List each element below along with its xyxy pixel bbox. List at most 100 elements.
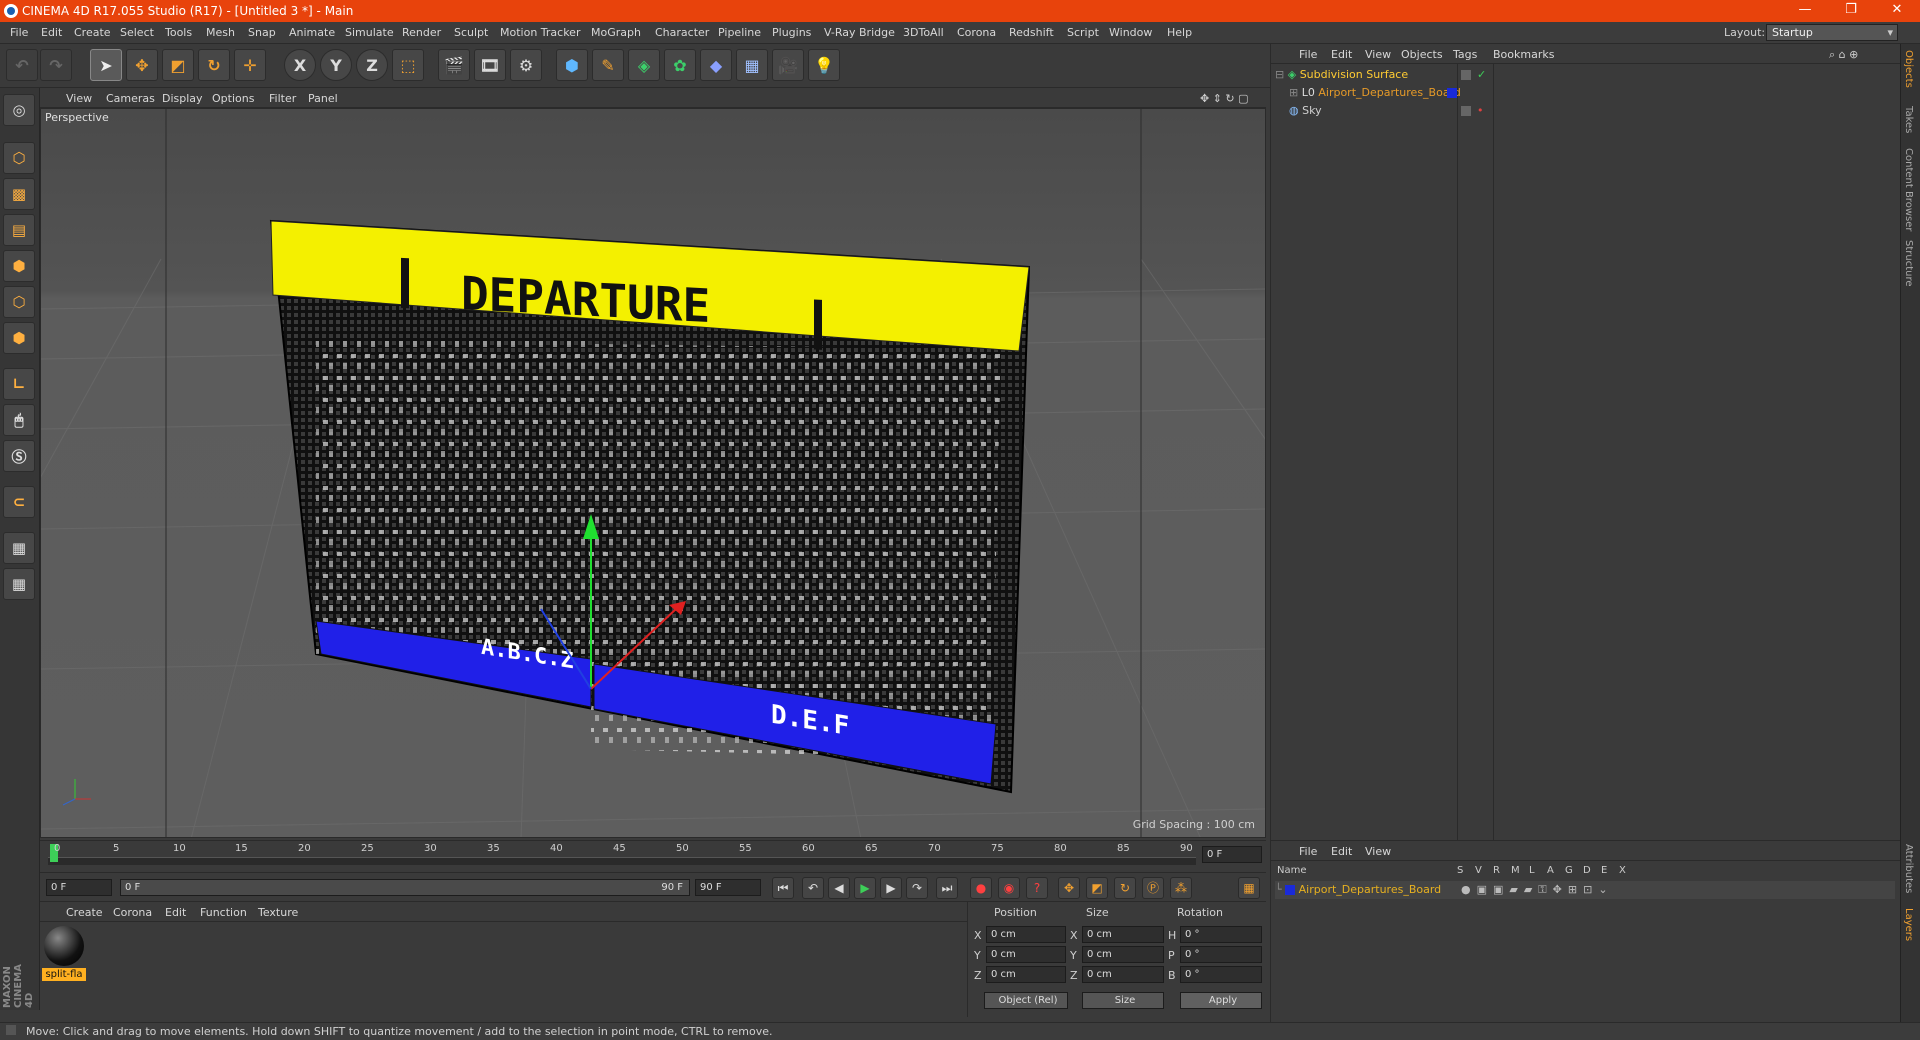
menu-simulate[interactable]: Simulate bbox=[345, 26, 394, 39]
menu-tools[interactable]: Tools bbox=[165, 26, 192, 39]
viewport-menu-display[interactable]: Display bbox=[162, 92, 203, 105]
layer-toggle-icons[interactable]: ●▣▣▰▰⚿✥⊞⊡⌄ bbox=[1461, 881, 1614, 899]
parameter-key-icon[interactable]: Ⓟ bbox=[1142, 877, 1164, 899]
objects-menu-file[interactable]: File bbox=[1299, 48, 1317, 61]
restore-button[interactable]: ❐ bbox=[1828, 0, 1874, 22]
viewport-menu-filter[interactable]: Filter bbox=[269, 92, 296, 105]
y-axis-lock-button[interactable]: Y bbox=[320, 49, 352, 81]
objects-search-icon[interactable]: ⌕ ⌂ ⊕ bbox=[1829, 48, 1858, 62]
undo-icon[interactable]: ↶ bbox=[6, 49, 38, 81]
pos-x-field[interactable]: 0 cm bbox=[986, 926, 1066, 943]
size-y-field[interactable]: 0 cm bbox=[1082, 946, 1164, 963]
tab-layers[interactable]: Layers bbox=[1903, 908, 1914, 941]
object-row-sky[interactable]: ◍ Sky • bbox=[1275, 102, 1895, 120]
keyframe-selection-icon[interactable]: ? bbox=[1026, 877, 1048, 899]
coordinate-mode-dropdown[interactable]: Object (Rel) bbox=[984, 992, 1068, 1009]
material-preview-sphere[interactable] bbox=[44, 926, 84, 966]
previous-key-icon[interactable]: ↶ bbox=[802, 877, 824, 899]
locked-workplane-icon[interactable]: ▦ bbox=[3, 532, 35, 564]
minimize-button[interactable]: — bbox=[1782, 0, 1828, 22]
tab-content-browser[interactable]: Content Browser bbox=[1903, 148, 1914, 231]
material-menu-function[interactable]: Function bbox=[200, 906, 247, 919]
spline-pen-icon[interactable]: ✎ bbox=[592, 49, 624, 81]
menu-help[interactable]: Help bbox=[1167, 26, 1192, 39]
render-view-icon[interactable]: 🎬 bbox=[438, 49, 470, 81]
material-menu-corona[interactable]: Corona bbox=[113, 906, 152, 919]
point-level-key-icon[interactable]: ⁂ bbox=[1170, 877, 1192, 899]
make-editable-icon[interactable]: ◎ bbox=[3, 94, 35, 126]
menu-snap[interactable]: Snap bbox=[248, 26, 276, 39]
menu-mesh[interactable]: Mesh bbox=[206, 26, 235, 39]
deformer-icon[interactable]: ◆ bbox=[700, 49, 732, 81]
layout-dropdown[interactable]: Startup bbox=[1766, 24, 1898, 41]
material-menu-create[interactable]: Create bbox=[66, 906, 103, 919]
menu-vray-bridge[interactable]: V-Ray Bridge bbox=[824, 26, 895, 39]
live-selection-icon[interactable]: ➤ bbox=[90, 49, 122, 81]
workplane-icon[interactable]: ▤ bbox=[3, 214, 35, 246]
menu-plugins[interactable]: Plugins bbox=[772, 26, 811, 39]
rot-p-field[interactable]: 0 ° bbox=[1180, 946, 1262, 963]
close-button[interactable]: ✕ bbox=[1874, 0, 1920, 22]
menu-pipeline[interactable]: Pipeline bbox=[718, 26, 761, 39]
object-row-subdivision-surface[interactable]: ⊟ ◈ Subdivision Surface ✓ bbox=[1275, 66, 1895, 84]
objects-menu-view[interactable]: View bbox=[1365, 48, 1391, 61]
menu-create[interactable]: Create bbox=[74, 26, 111, 39]
subdivision-surface-icon[interactable]: ◈ bbox=[628, 49, 660, 81]
z-axis-lock-button[interactable]: Z bbox=[356, 49, 388, 81]
previous-frame-icon[interactable]: ◀ bbox=[828, 877, 850, 899]
go-to-end-icon[interactable]: ⏭ bbox=[936, 877, 958, 899]
frame-range-slider[interactable]: 0 F 90 F bbox=[120, 879, 690, 896]
tweak-mode-icon[interactable]: 🖱 bbox=[3, 404, 35, 436]
editor-visibility-dot[interactable] bbox=[1461, 106, 1471, 116]
menu-sculpt[interactable]: Sculpt bbox=[454, 26, 488, 39]
soft-selection-icon[interactable]: Ⓢ bbox=[3, 440, 35, 472]
size-z-field[interactable]: 0 cm bbox=[1082, 966, 1164, 983]
cube-primitive-icon[interactable]: ⬢ bbox=[556, 49, 588, 81]
x-axis-lock-button[interactable]: X bbox=[284, 49, 316, 81]
enabled-check-icon[interactable]: ✓ bbox=[1477, 66, 1486, 84]
menu-select[interactable]: Select bbox=[120, 26, 154, 39]
tab-structure[interactable]: Structure bbox=[1903, 240, 1914, 287]
coordinate-system-icon[interactable]: ⬚ bbox=[392, 49, 424, 81]
pos-z-field[interactable]: 0 cm bbox=[986, 966, 1066, 983]
menu-edit[interactable]: Edit bbox=[41, 26, 62, 39]
tab-takes[interactable]: Takes bbox=[1903, 106, 1914, 133]
menu-character[interactable]: Character bbox=[655, 26, 709, 39]
floor-icon[interactable]: ▦ bbox=[736, 49, 768, 81]
camera-icon[interactable]: 🎥 bbox=[772, 49, 804, 81]
objects-menu-edit[interactable]: Edit bbox=[1331, 48, 1352, 61]
menu-motion-tracker[interactable]: Motion Tracker bbox=[500, 26, 580, 39]
material-menu-texture[interactable]: Texture bbox=[258, 906, 298, 919]
render-settings-icon[interactable]: ⚙ bbox=[510, 49, 542, 81]
position-key-icon[interactable]: ✥ bbox=[1058, 877, 1080, 899]
menu-redshift[interactable]: Redshift bbox=[1009, 26, 1054, 39]
size-mode-dropdown[interactable]: Size bbox=[1082, 992, 1164, 1009]
menu-mograph[interactable]: MoGraph bbox=[591, 26, 641, 39]
apply-button[interactable]: Apply bbox=[1180, 992, 1262, 1009]
model-mode-icon[interactable]: ⬡ bbox=[3, 142, 35, 174]
menu-render[interactable]: Render bbox=[402, 26, 441, 39]
menu-window[interactable]: Window bbox=[1109, 26, 1152, 39]
rot-h-field[interactable]: 0 ° bbox=[1180, 926, 1262, 943]
end-frame-field[interactable]: 90 F bbox=[695, 879, 761, 896]
axis-mode-icon[interactable]: ∟ bbox=[3, 368, 35, 400]
viewport-menu-cameras[interactable]: Cameras bbox=[106, 92, 155, 105]
objects-menu-bookmarks[interactable]: Bookmarks bbox=[1493, 48, 1554, 61]
rotate-tool-icon[interactable]: ↻ bbox=[198, 49, 230, 81]
layer-color-swatch[interactable] bbox=[1285, 885, 1296, 895]
menu-animate[interactable]: Animate bbox=[289, 26, 335, 39]
timeline-window-icon[interactable]: ▦ bbox=[1238, 877, 1260, 899]
polygons-mode-icon[interactable]: ⬢ bbox=[3, 322, 35, 354]
planar-workplane-icon[interactable]: ▦ bbox=[3, 568, 35, 600]
texture-mode-icon[interactable]: ▩ bbox=[3, 178, 35, 210]
layer-color-swatch[interactable] bbox=[1447, 88, 1457, 98]
scale-tool-icon[interactable]: ◩ bbox=[162, 49, 194, 81]
tab-attributes[interactable]: Attributes bbox=[1903, 844, 1914, 893]
tab-objects[interactable]: Objects bbox=[1903, 50, 1914, 88]
viewport-menu-panel[interactable]: Panel bbox=[308, 92, 338, 105]
scale-key-icon[interactable]: ◩ bbox=[1086, 877, 1108, 899]
next-frame-icon[interactable]: ▶ bbox=[880, 877, 902, 899]
redo-icon[interactable]: ↷ bbox=[40, 49, 72, 81]
edges-mode-icon[interactable]: ⬡ bbox=[3, 286, 35, 318]
layers-menu-view[interactable]: View bbox=[1365, 845, 1391, 858]
